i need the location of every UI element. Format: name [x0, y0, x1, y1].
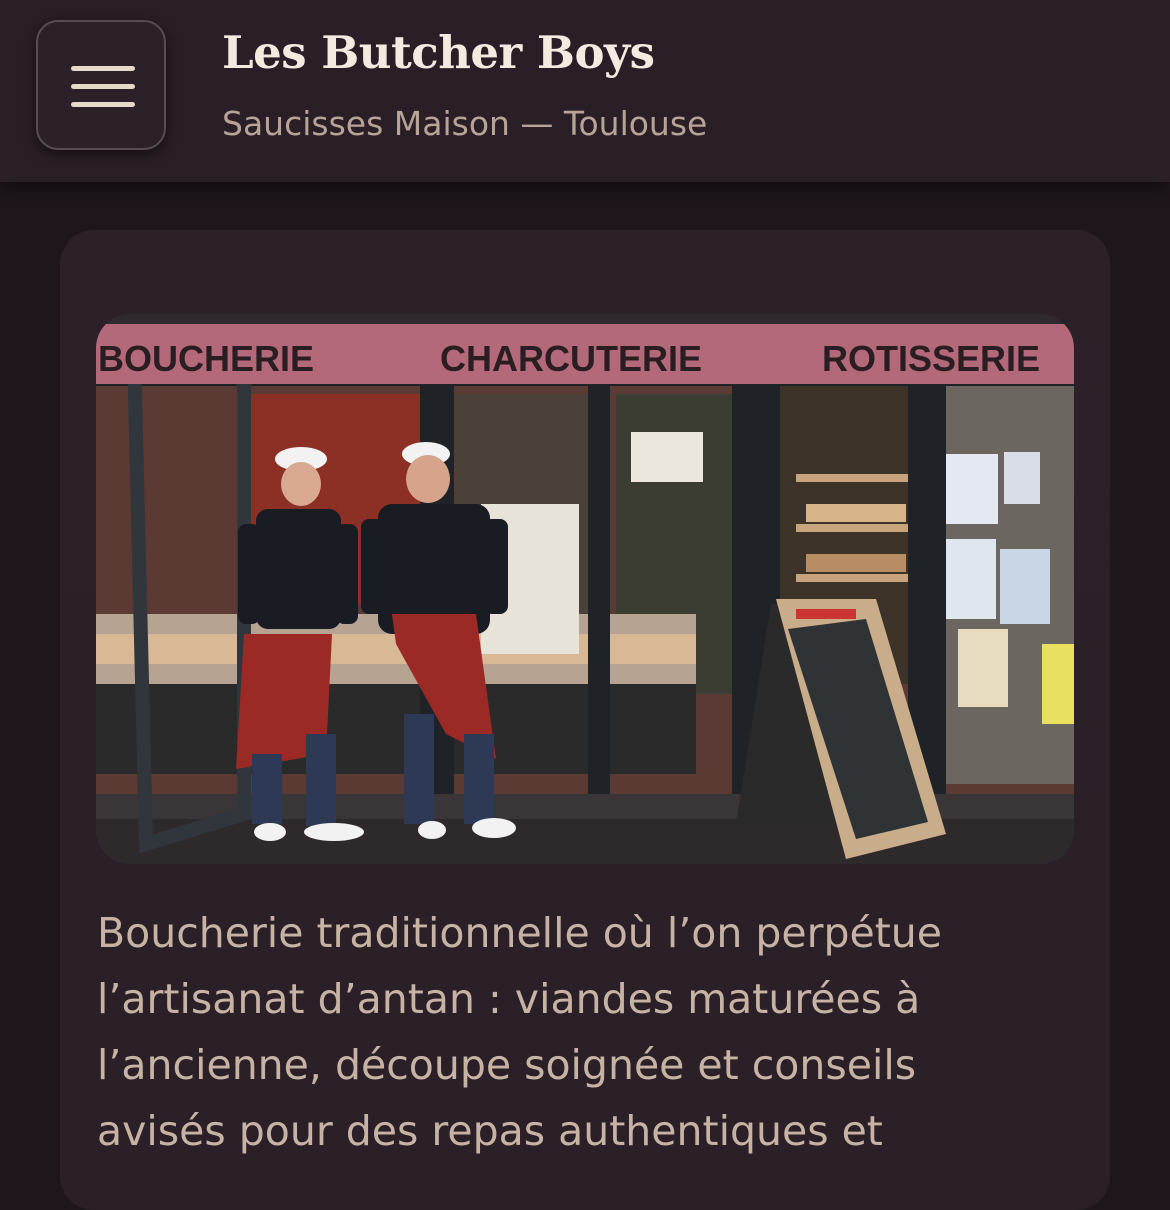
shop-subtitle: Saucisses Maison — Toulouse [222, 104, 708, 143]
storefront-illustration: BOUCHERIE CHARCUTERIE ROTISSERIE [96, 314, 1074, 864]
shop-description: Boucherie traditionnelle où l’on perpétu… [97, 909, 942, 1155]
menu-button[interactable] [36, 20, 166, 150]
sign-word-2: CHARCUTERIE [440, 338, 702, 379]
shop-card: BOUCHERIE CHARCUTERIE ROTISSERIE Boucher… [60, 230, 1110, 1210]
app-header: Les Butcher Boys Saucisses Maison — Toul… [0, 0, 1170, 182]
sign-word-3: ROTISSERIE [822, 338, 1040, 379]
sign-word-1: BOUCHERIE [98, 338, 314, 379]
storefront-photo: BOUCHERIE CHARCUTERIE ROTISSERIE [96, 314, 1074, 864]
shop-title: Les Butcher Boys [222, 26, 655, 79]
